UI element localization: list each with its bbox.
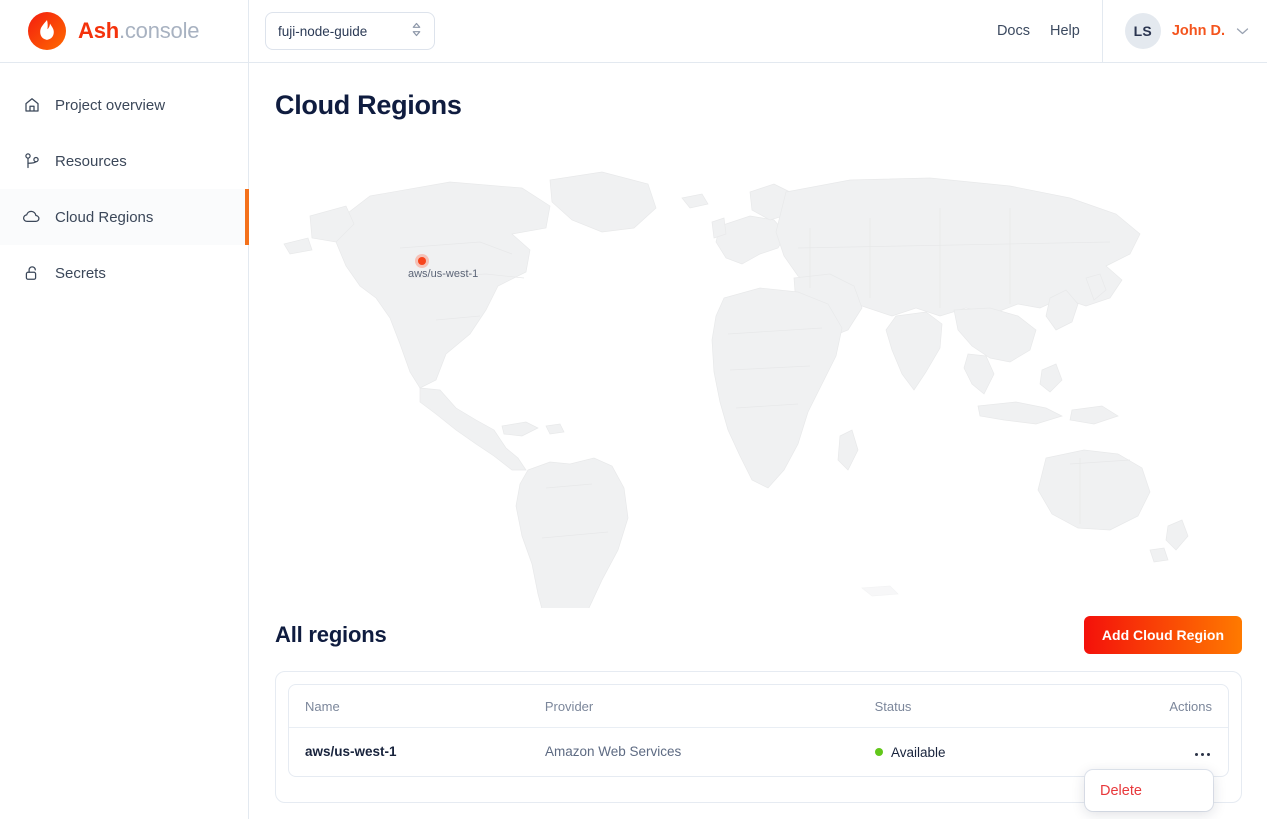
map-marker-aws-us-west-1[interactable] xyxy=(415,254,429,268)
sidebar-item-label: Cloud Regions xyxy=(55,208,154,226)
user-menu[interactable]: LS John D. xyxy=(1101,0,1267,63)
cell-region-name: aws/us-west-1 xyxy=(305,744,397,759)
unlock-icon xyxy=(22,264,41,283)
cell-provider: Amazon Web Services xyxy=(545,744,682,759)
sidebar-item-label: Secrets xyxy=(55,264,106,282)
regions-table: Name Provider Status Actions aws/us-west… xyxy=(288,684,1229,777)
branch-icon xyxy=(22,152,41,171)
user-name: John D. xyxy=(1171,23,1225,39)
column-header-name: Name xyxy=(305,698,340,714)
home-icon xyxy=(22,96,41,115)
row-actions-menu: Delete xyxy=(1085,770,1213,811)
chevron-up-down-icon xyxy=(411,22,422,40)
add-cloud-region-button[interactable]: Add Cloud Region xyxy=(1083,616,1242,654)
regions-title: All regions xyxy=(275,622,387,647)
sidebar-item-cloud-regions[interactable]: Cloud Regions xyxy=(0,189,249,245)
kebab-icon[interactable] xyxy=(1193,747,1212,762)
brand-logo[interactable]: Ash.console xyxy=(0,0,249,63)
column-header-provider: Provider xyxy=(544,698,594,714)
status-label: Available xyxy=(891,744,946,760)
sidebar-item-label: Resources xyxy=(55,152,127,170)
project-selector-value: fuji-node-guide xyxy=(278,23,368,39)
brand-name-primary: Ash xyxy=(78,18,119,43)
sidebar-item-secrets[interactable]: Secrets xyxy=(0,245,248,301)
sidebar: Project overview Resources Cloud Regions… xyxy=(0,63,249,819)
world-map-svg xyxy=(283,171,1189,608)
sidebar-item-resources[interactable]: Resources xyxy=(0,133,248,189)
brand-text: Ash.console xyxy=(78,18,200,44)
table-header-row: Name Provider Status Actions xyxy=(289,685,1228,728)
delete-menu-item[interactable]: Delete xyxy=(1100,783,1142,799)
sidebar-item-project-overview[interactable]: Project overview xyxy=(0,77,248,133)
world-map[interactable]: aws/us-west-1 xyxy=(250,158,1267,658)
flame-icon xyxy=(28,12,66,50)
brand-name-secondary: .console xyxy=(118,18,200,43)
regions-section-header: All regions Add Cloud Region xyxy=(275,613,1242,657)
header-right: Docs Help LS John D. xyxy=(997,0,1267,63)
chevron-down-icon xyxy=(1236,22,1249,40)
status-badge: Available xyxy=(875,745,946,760)
page-title: Cloud Regions xyxy=(275,90,462,120)
avatar: LS xyxy=(1124,13,1161,49)
marker-dot xyxy=(418,257,426,265)
status-dot-icon xyxy=(875,748,883,756)
project-selector[interactable]: fuji-node-guide xyxy=(265,12,435,50)
help-link[interactable]: Help xyxy=(1050,23,1080,39)
docs-link[interactable]: Docs xyxy=(997,23,1030,39)
map-marker-label: aws/us-west-1 xyxy=(408,268,479,280)
column-header-status: Status xyxy=(874,698,912,714)
top-header: Ash.console fuji-node-guide Docs Help LS… xyxy=(0,0,1267,63)
main-content: Cloud Regions aws/us-west-1 All regions … xyxy=(250,63,1267,819)
table-row[interactable]: aws/us-west-1 Amazon Web Services Availa… xyxy=(289,728,1228,776)
cloud-icon xyxy=(22,208,41,227)
header-nav-links: Docs Help xyxy=(997,23,1102,39)
column-header-actions: Actions xyxy=(1169,698,1212,714)
sidebar-item-label: Project overview xyxy=(55,96,166,114)
